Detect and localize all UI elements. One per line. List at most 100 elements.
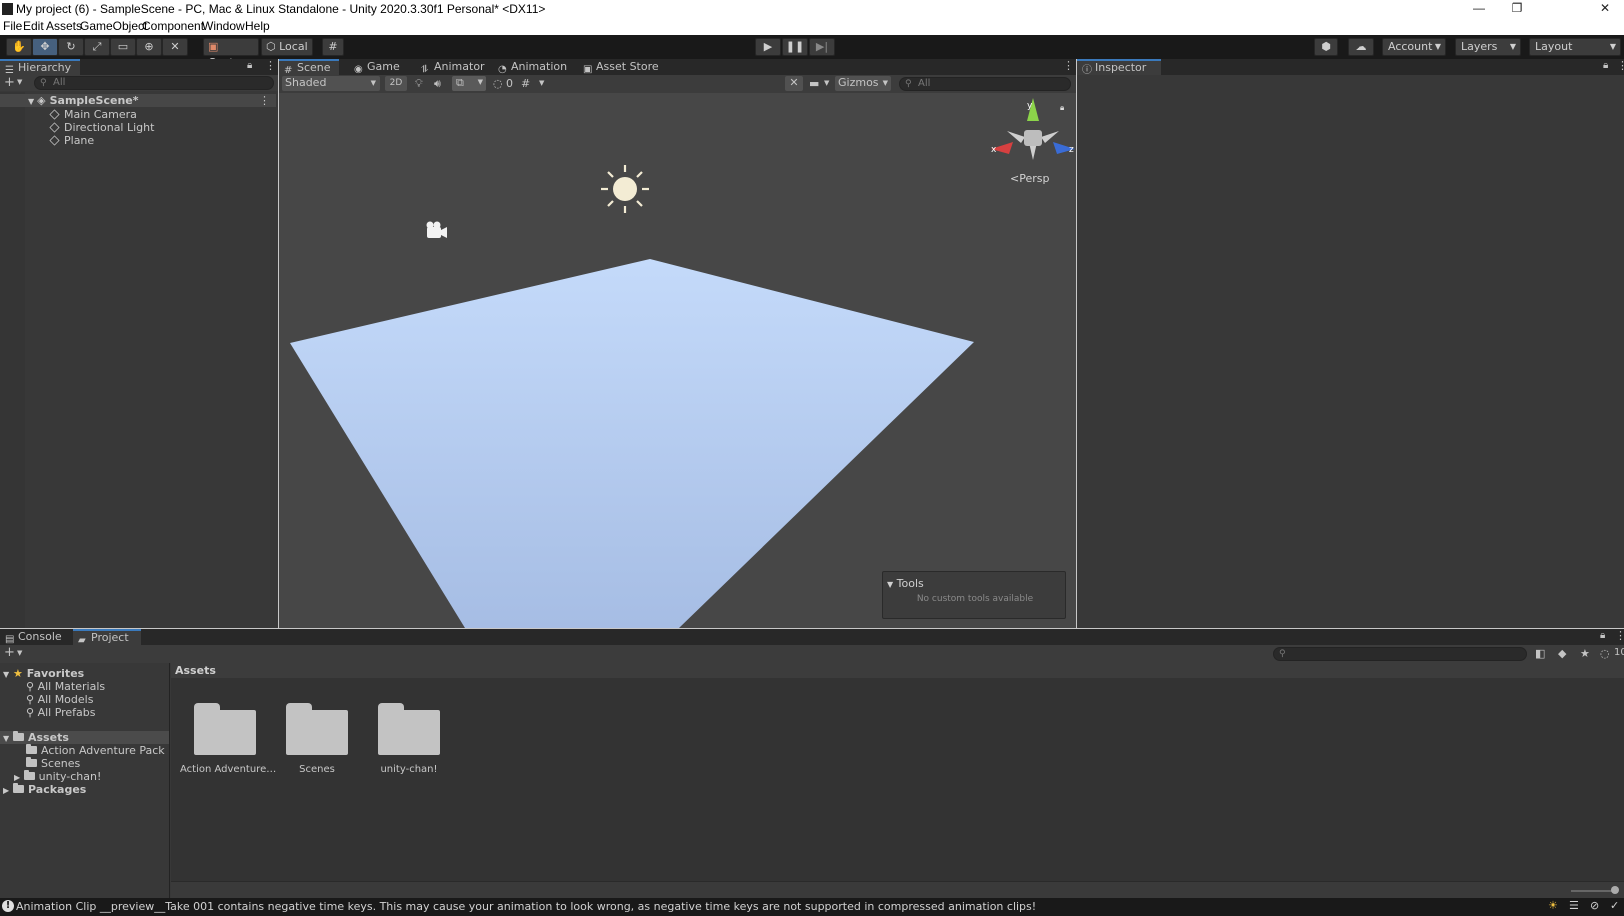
hierarchy-search-input[interactable]: ⚲ All [34, 76, 274, 90]
space-local-toggle[interactable]: ⬡ Local [261, 38, 313, 56]
kebab-menu-icon[interactable]: ⋮ [1617, 59, 1624, 72]
menu-help[interactable]: Help [245, 19, 270, 33]
grid-snap-button[interactable]: # [322, 38, 344, 56]
menu-bar: File Edit Assets GameObject Component Wi… [0, 18, 1624, 35]
effects-dropdown[interactable]: ⧉ ▼ [452, 76, 486, 91]
icon-size-slider-handle[interactable] [1611, 886, 1619, 894]
favorite-star-icon[interactable]: ★ [1580, 647, 1590, 660]
close-button[interactable]: ✕ [1586, 0, 1624, 18]
custom-tool-button[interactable]: ✕ [162, 38, 188, 56]
auto-generate-icon[interactable]: ✓ [1610, 899, 1619, 912]
rotate-tool-button[interactable]: ↻ [58, 38, 84, 56]
folder-tile-scenes[interactable] [286, 703, 348, 755]
move-tool-button[interactable]: ✥ [32, 38, 58, 56]
layout-dropdown[interactable]: Layout ▼ [1529, 38, 1621, 56]
gizmo-lock-icon[interactable]: 🔒︎ [1060, 103, 1064, 113]
folder-tile-unity-chan[interactable] [378, 703, 440, 755]
search-by-label-icon[interactable]: ◆ [1558, 647, 1566, 660]
lock-icon[interactable]: 🔒︎ [247, 60, 252, 71]
hierarchy-tab-label: Hierarchy [18, 61, 72, 74]
lighting-progress-icon[interactable]: ☀ [1548, 899, 1558, 912]
tab-asset-store[interactable]: ▣ Asset Store [578, 59, 665, 75]
favorite-all-materials[interactable]: ⚲ All Materials [26, 680, 105, 693]
restore-button[interactable]: ❐ [1498, 0, 1536, 18]
folder-tile-action-adventure[interactable] [194, 703, 256, 755]
tab-hierarchy[interactable]: ☰ Hierarchy [0, 59, 80, 76]
menu-file[interactable]: File [3, 19, 22, 33]
favorite-all-models[interactable]: ⚲ All Models [26, 693, 93, 706]
add-icon[interactable]: + [4, 75, 15, 90]
cloud-icon: ☁ [1355, 40, 1367, 53]
hierarchy-item-directional-light[interactable]: Directional Light [49, 121, 154, 134]
tab-game[interactable]: ◉ Game [349, 59, 406, 75]
lock-icon[interactable]: 🔒︎ [1600, 630, 1605, 641]
menu-assets[interactable]: Assets [46, 19, 82, 33]
collab-button[interactable]: ⬢ [1314, 38, 1338, 56]
minimize-button[interactable]: — [1460, 0, 1498, 18]
shading-mode-dropdown[interactable]: Shaded ▼ [282, 76, 380, 91]
scale-tool-button[interactable]: ⤢ [84, 38, 110, 56]
projection-toggle[interactable]: <Persp [1010, 172, 1049, 185]
step-button[interactable]: ▶| [809, 38, 835, 56]
rect-tool-button[interactable]: ▭ [110, 38, 136, 56]
tree-item-unity-chan[interactable]: ▶ unity-chan! [14, 770, 101, 783]
2d-mode-toggle[interactable]: 2D [385, 76, 407, 91]
camera-settings-icon[interactable]: ▬ [809, 77, 819, 90]
gizmos-dropdown[interactable]: Gizmos ▼ [835, 76, 891, 91]
menu-gameobject[interactable]: GameObject [80, 19, 147, 33]
hidden-objects-icon[interactable]: ◌ [493, 77, 503, 90]
cache-server-icon[interactable]: ☰ [1569, 899, 1579, 912]
hand-tool-button[interactable]: ✋ [6, 38, 32, 56]
menu-edit[interactable]: Edit [23, 19, 44, 33]
icon-size-slider[interactable] [1571, 890, 1615, 892]
transform-tool-button[interactable]: ⊕ [136, 38, 162, 56]
tree-item-action-adventure-pack[interactable]: Action Adventure Pack [26, 744, 165, 757]
scene-search-input[interactable]: ⚲ All [899, 77, 1071, 91]
project-search-input[interactable]: ⚲ [1273, 647, 1527, 661]
grid-toggle-icon[interactable]: # [521, 77, 530, 90]
menu-component[interactable]: Component [142, 19, 204, 33]
kebab-menu-icon[interactable]: ⋮ [265, 59, 276, 72]
kebab-menu-icon[interactable]: ⋮ [1615, 629, 1624, 642]
scene-tools-button[interactable]: ✕ [785, 76, 803, 91]
assets-tree-header[interactable]: ▼ Assets [0, 731, 169, 744]
hierarchy-item-main-camera[interactable]: Main Camera [49, 108, 137, 121]
tab-animation[interactable]: ◔ Animation [493, 59, 573, 75]
add-icon[interactable]: + [4, 645, 15, 660]
inspector-tab-label: Inspector [1095, 61, 1147, 74]
hierarchy-item-plane[interactable]: Plane [49, 134, 94, 147]
lock-icon[interactable]: 🔒︎ [1603, 60, 1608, 71]
tab-animator[interactable]: ⥮ Animator [416, 59, 491, 75]
kebab-menu-icon[interactable]: ⋮ [1063, 59, 1074, 72]
favorites-header[interactable]: ▼ ★ Favorites [3, 667, 84, 680]
status-message[interactable]: Animation Clip __preview__Take 001 conta… [16, 900, 1036, 913]
pivot-center-toggle[interactable]: ▣ Center [203, 38, 259, 69]
scene-row[interactable]: ▼ ◈ SampleScene* ⋮ [0, 94, 276, 107]
layers-dropdown[interactable]: Layers ▼ [1455, 38, 1521, 56]
tab-project[interactable]: ▰ Project [73, 629, 141, 646]
pause-button[interactable]: ❚❚ [782, 38, 808, 56]
favorite-all-prefabs[interactable]: ⚲ All Prefabs [26, 706, 96, 719]
packages-tree-header[interactable]: ▶ Packages [3, 783, 86, 796]
breadcrumb-assets[interactable]: Assets [175, 664, 216, 677]
chevron-down-icon[interactable]: ▼ [824, 79, 829, 87]
tab-scene[interactable]: # Scene [279, 59, 339, 76]
hidden-packages-icon[interactable]: ◌ [1600, 647, 1610, 660]
account-dropdown[interactable]: Account ▼ [1382, 38, 1446, 56]
tab-inspector[interactable]: ⓘ Inspector [1077, 59, 1161, 76]
lighting-toggle-icon[interactable]: 💡︎ [415, 77, 423, 91]
network-icon[interactable]: ⊘ [1590, 899, 1599, 912]
chevron-down-icon[interactable]: ▼ [17, 78, 22, 86]
kebab-menu-icon[interactable]: ⋮ [259, 94, 270, 107]
tree-item-scenes[interactable]: Scenes [26, 757, 80, 770]
chevron-down-icon[interactable]: ▼ [17, 649, 22, 657]
scene-viewport[interactable] [279, 93, 1076, 628]
play-button[interactable]: ▶ [755, 38, 781, 56]
search-by-type-icon[interactable]: ◧ [1535, 647, 1545, 660]
menu-window[interactable]: Window [202, 19, 245, 33]
tab-console[interactable]: ▤ Console [0, 629, 68, 645]
audio-toggle-icon[interactable]: 🔊︎ [434, 77, 441, 91]
cloud-button[interactable]: ☁ [1348, 38, 1374, 56]
tools-overlay-header[interactable]: ▼ Tools [887, 577, 924, 590]
chevron-down-icon[interactable]: ▼ [539, 79, 544, 87]
